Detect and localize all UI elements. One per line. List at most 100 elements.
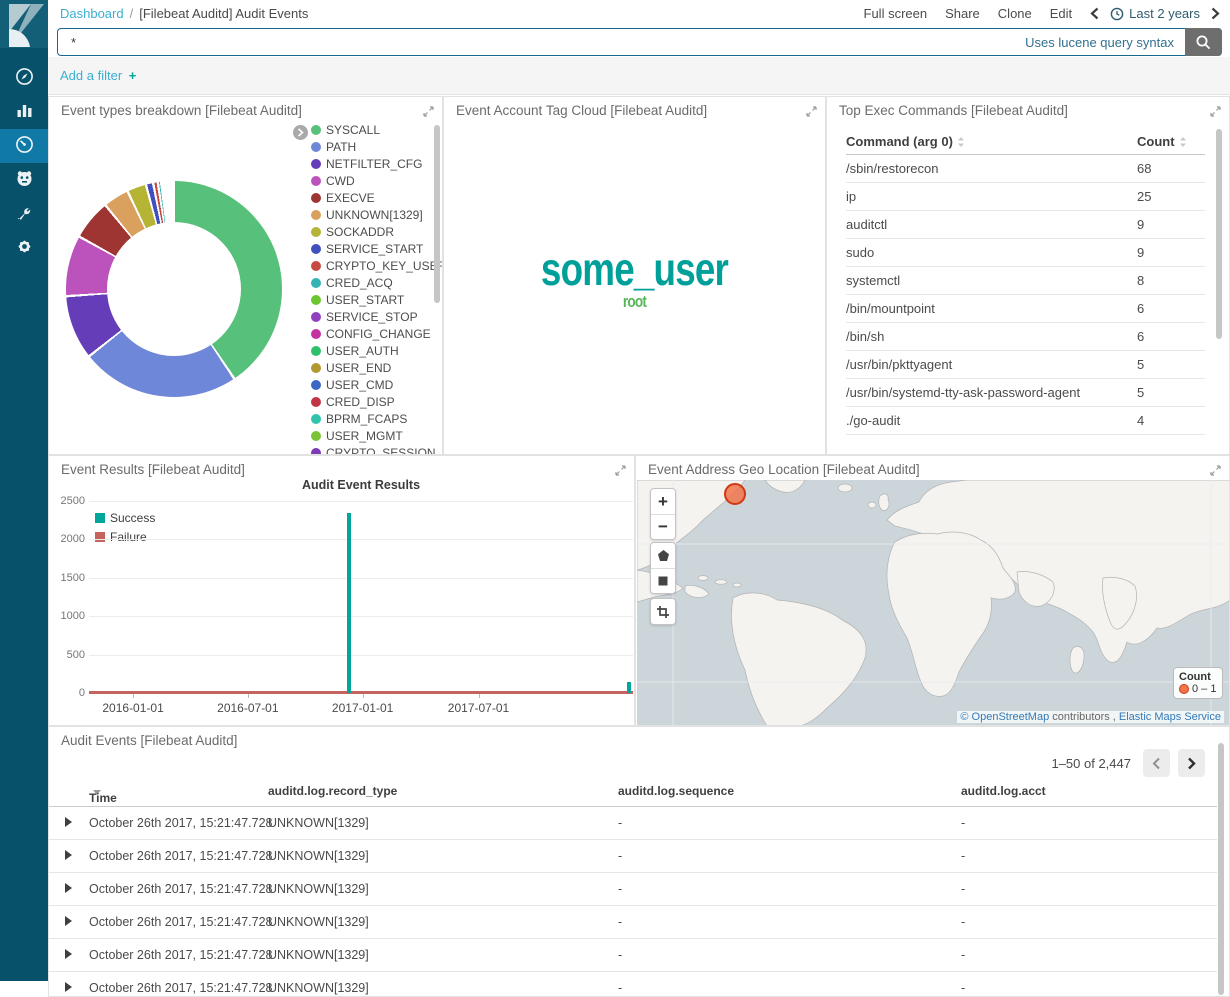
tag-word-some_user[interactable]: some_user xyxy=(482,245,787,293)
exec-scrollbar[interactable] xyxy=(1216,129,1222,339)
gridline xyxy=(89,655,633,656)
add-filter-link[interactable]: Add a filter + xyxy=(60,68,136,83)
legend-item[interactable]: SERVICE_STOP xyxy=(311,308,431,325)
expand-caret-icon[interactable] xyxy=(65,849,72,863)
kibana-logo[interactable] xyxy=(0,0,48,48)
column-header-record-type[interactable]: auditd.log.record_type xyxy=(268,784,397,798)
search-button[interactable] xyxy=(1185,28,1222,56)
openstreetmap-link[interactable]: © OpenStreetMap xyxy=(960,711,1049,723)
sidebar-item-visualize[interactable] xyxy=(0,95,48,129)
legend-item[interactable]: USER_AUTH xyxy=(311,342,431,359)
legend-swatch xyxy=(311,227,321,237)
legend-item[interactable]: NETFILTER_CFG xyxy=(311,155,431,172)
expand-caret-icon[interactable] xyxy=(65,816,72,830)
legend-item[interactable]: BPRM_FCAPS xyxy=(311,410,431,427)
legend-item[interactable]: CRED_DISP xyxy=(311,393,431,410)
panel-title: Top Exec Commands [Filebeat Auditd] xyxy=(839,103,1068,118)
audit-sequence-cell: - xyxy=(618,981,622,995)
x-axis-label: 2017-07-01 xyxy=(448,701,509,715)
menu-full-screen[interactable]: Full screen xyxy=(864,6,928,21)
table-row: October 26th 2017, 15:21:47.728UNKNOWN[1… xyxy=(49,972,1217,997)
zoom-in-button[interactable]: + xyxy=(651,489,675,514)
tag-word-root[interactable]: root xyxy=(482,293,787,311)
legend-item[interactable]: UNKNOWN[1329] xyxy=(311,206,431,223)
audit-acct-cell: - xyxy=(961,915,965,929)
sidebar-item-management[interactable] xyxy=(0,231,48,265)
zoom-out-button[interactable]: − xyxy=(651,514,675,539)
expand-panel-icon[interactable] xyxy=(806,106,817,117)
legend-item[interactable]: USER_START xyxy=(311,291,431,308)
column-header-acct[interactable]: auditd.log.acct xyxy=(961,784,1046,798)
legend-item[interactable]: CRYPTO_SESSION xyxy=(311,444,431,455)
menu-clone[interactable]: Clone xyxy=(998,6,1032,21)
success-bar[interactable] xyxy=(347,513,351,693)
audit-scrollbar[interactable] xyxy=(1218,743,1224,995)
panel-geo-location: Event Address Geo Location [Filebeat Aud… xyxy=(635,455,1230,726)
breadcrumb-dashboard-link[interactable]: Dashboard xyxy=(60,6,124,21)
legend-item[interactable]: SOCKADDR xyxy=(311,223,431,240)
legend-scrollbar[interactable] xyxy=(434,125,440,303)
legend-item[interactable]: SERVICE_START xyxy=(311,240,431,257)
search-input[interactable]: * xyxy=(58,35,1025,50)
time-range[interactable]: Last 2 years xyxy=(1110,6,1200,21)
time-back-button[interactable] xyxy=(1090,7,1099,20)
polygon-icon xyxy=(657,549,670,562)
map-legend-range: 0 – 1 xyxy=(1192,683,1216,695)
legend-item[interactable]: USER_CMD xyxy=(311,376,431,393)
sort-icon xyxy=(1179,136,1187,148)
expand-caret-icon[interactable] xyxy=(65,948,72,962)
audit-sequence-cell: - xyxy=(618,849,622,863)
expand-caret-icon[interactable] xyxy=(65,882,72,896)
legend-item[interactable]: SYSCALL xyxy=(311,121,431,138)
lucene-syntax-link[interactable]: Uses lucene query syntax xyxy=(1025,35,1185,50)
crop-icon[interactable] xyxy=(651,599,675,624)
expand-caret-icon[interactable] xyxy=(65,981,72,995)
chart-legend-item[interactable]: Failure xyxy=(95,527,155,546)
world-map[interactable]: + − Count 0 – 1 © OpenStreetMap contribu… xyxy=(637,480,1230,726)
expand-panel-icon[interactable] xyxy=(423,106,434,117)
exec-row: /bin/mountpoint6 xyxy=(846,295,1205,323)
sidebar-item-timelion[interactable] xyxy=(0,163,48,197)
map-attribution: © OpenStreetMap contributors , Elastic M… xyxy=(957,711,1224,723)
sidebar-item-dashboard[interactable] xyxy=(0,129,48,163)
sidebar-item-dev-tools[interactable] xyxy=(0,197,48,231)
legend-item[interactable]: USER_MGMT xyxy=(311,427,431,444)
legend-item[interactable]: USER_END xyxy=(311,359,431,376)
exec-count-cell: 68 xyxy=(1137,161,1205,176)
next-page-button[interactable] xyxy=(1178,749,1205,777)
exec-command-header[interactable]: Command (arg 0) xyxy=(846,134,1137,149)
expand-panel-icon[interactable] xyxy=(1210,106,1221,117)
expand-panel-icon[interactable] xyxy=(1210,465,1221,476)
audit-sequence-cell: - xyxy=(618,915,622,929)
audit-acct-cell: - xyxy=(961,816,965,830)
legend-item[interactable]: CRED_ACQ xyxy=(311,274,431,291)
legend-item[interactable]: EXECVE xyxy=(311,189,431,206)
y-axis-label: 1000 xyxy=(51,610,85,622)
time-forward-button[interactable] xyxy=(1211,7,1220,20)
exec-count-header[interactable]: Count xyxy=(1137,134,1205,149)
sidebar-item-discover[interactable] xyxy=(0,61,48,95)
legend-item[interactable]: CONFIG_CHANGE xyxy=(311,325,431,342)
legend-swatch xyxy=(311,125,321,135)
column-header-time[interactable]: Time xyxy=(89,784,101,798)
filter-bar: Add a filter + xyxy=(48,57,1230,95)
table-row: October 26th 2017, 15:21:47.728UNKNOWN[1… xyxy=(49,906,1217,939)
elastic-maps-link[interactable]: Elastic Maps Service xyxy=(1119,711,1221,723)
column-header-sequence[interactable]: auditd.log.sequence xyxy=(618,784,734,798)
success-bar[interactable] xyxy=(627,682,631,693)
expand-caret-icon[interactable] xyxy=(65,915,72,929)
draw-polygon-button[interactable] xyxy=(651,543,675,568)
menu-edit[interactable]: Edit xyxy=(1050,6,1072,21)
legend-item[interactable]: PATH xyxy=(311,138,431,155)
draw-rectangle-button[interactable] xyxy=(651,568,675,593)
legend-item[interactable]: CWD xyxy=(311,172,431,189)
legend-toggle-button[interactable] xyxy=(293,125,308,140)
expand-panel-icon[interactable] xyxy=(615,465,626,476)
menu-share[interactable]: Share xyxy=(945,6,980,21)
gridline xyxy=(89,539,633,540)
prev-page-button[interactable] xyxy=(1143,749,1170,777)
chart-legend-item[interactable]: Success xyxy=(95,508,155,527)
legend-item[interactable]: CRYPTO_KEY_USER xyxy=(311,257,431,274)
donut-chart[interactable] xyxy=(66,181,282,397)
time-range-label[interactable]: Last 2 years xyxy=(1129,6,1200,21)
